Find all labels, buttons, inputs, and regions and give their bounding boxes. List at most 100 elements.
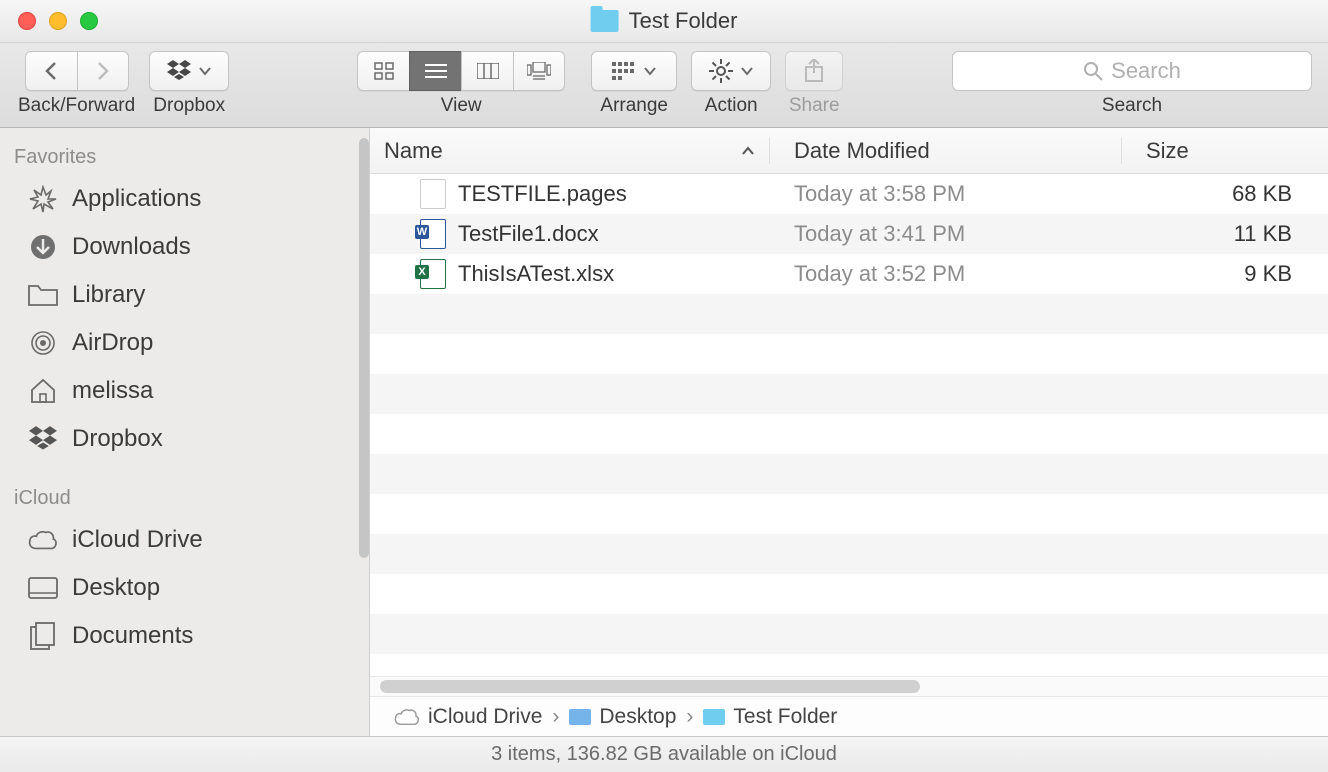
gear-icon [709,59,733,83]
path-crumb-current[interactable]: Test Folder [703,705,837,729]
back-button[interactable] [25,51,77,91]
file-date: Today at 3:58 PM [770,181,1122,207]
empty-row [370,454,1328,494]
arrange-label: Arrange [600,95,668,117]
file-date: Today at 3:41 PM [770,221,1122,247]
list-view-button[interactable] [409,51,461,91]
column-name-label: Name [384,138,443,164]
sidebar: Favorites Applications Downloads Library… [0,128,370,736]
chevron-right-icon: › [552,705,559,729]
crumb-label: iCloud Drive [428,705,542,729]
back-forward-group: Back/Forward [18,51,135,117]
empty-row [370,294,1328,334]
home-icon [28,376,58,406]
chevron-right-icon [95,61,111,81]
column-header-size[interactable]: Size [1122,138,1328,164]
zoom-window-button[interactable] [80,12,98,30]
icloud-section-label: iCloud [0,481,369,516]
sidebar-item-downloads[interactable]: Downloads [0,223,369,271]
file-date: Today at 3:52 PM [770,261,1122,287]
chevron-left-icon [43,61,59,81]
titlebar: Test Folder [0,0,1328,43]
action-button[interactable] [691,51,771,91]
excel-file-icon [420,259,446,289]
dropbox-icon [167,60,191,82]
dropbox-button[interactable] [149,51,229,91]
sidebar-item-label: Documents [72,622,193,650]
coverflow-view-button[interactable] [513,51,565,91]
file-name: TestFile1.docx [458,221,599,247]
columns-icon [477,63,499,79]
search-field[interactable]: Search [952,51,1312,91]
grid-icon [374,62,394,80]
search-icon [1083,61,1103,81]
sidebar-item-desktop[interactable]: Desktop [0,564,369,612]
action-label: Action [705,95,758,117]
window-controls [18,12,98,30]
folder-icon [28,280,58,310]
favorites-section-label: Favorites [0,140,369,175]
list-icon [425,63,447,79]
column-header-row: Name Date Modified Size [370,128,1328,174]
file-row[interactable]: TESTFILE.pages Today at 3:58 PM 68 KB [370,174,1328,214]
forward-button[interactable] [77,51,129,91]
search-label: Search [1102,95,1162,117]
view-group: View [357,51,565,117]
search-group: Search Search [952,51,1312,117]
column-size-label: Size [1146,138,1189,163]
file-name: ThisIsATest.xlsx [458,261,614,287]
path-bar: iCloud Drive › Desktop › Test Folder [370,696,1328,736]
sidebar-item-airdrop[interactable]: AirDrop [0,319,369,367]
share-group: Share [785,51,843,117]
sidebar-item-library[interactable]: Library [0,271,369,319]
horizontal-scrollbar[interactable] [370,676,1328,696]
arrange-icon [612,62,636,80]
chevron-down-icon [741,66,753,76]
empty-row [370,614,1328,654]
sidebar-scrollbar[interactable] [359,138,369,558]
cloud-icon [394,708,420,726]
sidebar-item-label: Library [72,281,145,309]
sidebar-item-label: melissa [72,377,153,405]
file-size: 11 KB [1122,221,1328,247]
window-title: Test Folder [591,8,738,34]
coverflow-icon [527,62,551,80]
dropbox-label: Dropbox [153,95,225,117]
dropbox-icon [28,424,58,454]
applications-icon [28,184,58,214]
view-label: View [441,95,482,117]
sidebar-item-documents[interactable]: Documents [0,612,369,660]
scrollbar-thumb[interactable] [380,680,920,693]
file-row[interactable]: ThisIsATest.xlsx Today at 3:52 PM 9 KB [370,254,1328,294]
close-window-button[interactable] [18,12,36,30]
column-view-button[interactable] [461,51,513,91]
sidebar-item-label: Downloads [72,233,191,261]
column-header-name[interactable]: Name [370,138,770,164]
search-placeholder: Search [1111,58,1181,84]
pages-file-icon [420,179,446,209]
empty-row [370,534,1328,574]
path-crumb-icloud[interactable]: iCloud Drive [394,705,542,729]
file-size: 9 KB [1122,261,1328,287]
sidebar-item-label: AirDrop [72,329,153,357]
arrange-button[interactable] [591,51,677,91]
sidebar-item-icloud-drive[interactable]: iCloud Drive [0,516,369,564]
share-button[interactable] [785,51,843,91]
sidebar-item-label: Dropbox [72,425,163,453]
empty-row [370,414,1328,454]
sidebar-item-home[interactable]: melissa [0,367,369,415]
sidebar-item-dropbox[interactable]: Dropbox [0,415,369,463]
path-crumb-desktop[interactable]: Desktop [569,705,676,729]
share-icon [804,59,824,83]
file-row[interactable]: TestFile1.docx Today at 3:41 PM 11 KB [370,214,1328,254]
cloud-icon [28,525,58,555]
icon-view-button[interactable] [357,51,409,91]
column-header-date[interactable]: Date Modified [770,138,1122,164]
empty-row [370,334,1328,374]
chevron-right-icon: › [686,705,693,729]
arrange-group: Arrange [591,51,677,117]
minimize-window-button[interactable] [49,12,67,30]
desktop-icon [28,573,58,603]
sidebar-item-applications[interactable]: Applications [0,175,369,223]
empty-row [370,374,1328,414]
